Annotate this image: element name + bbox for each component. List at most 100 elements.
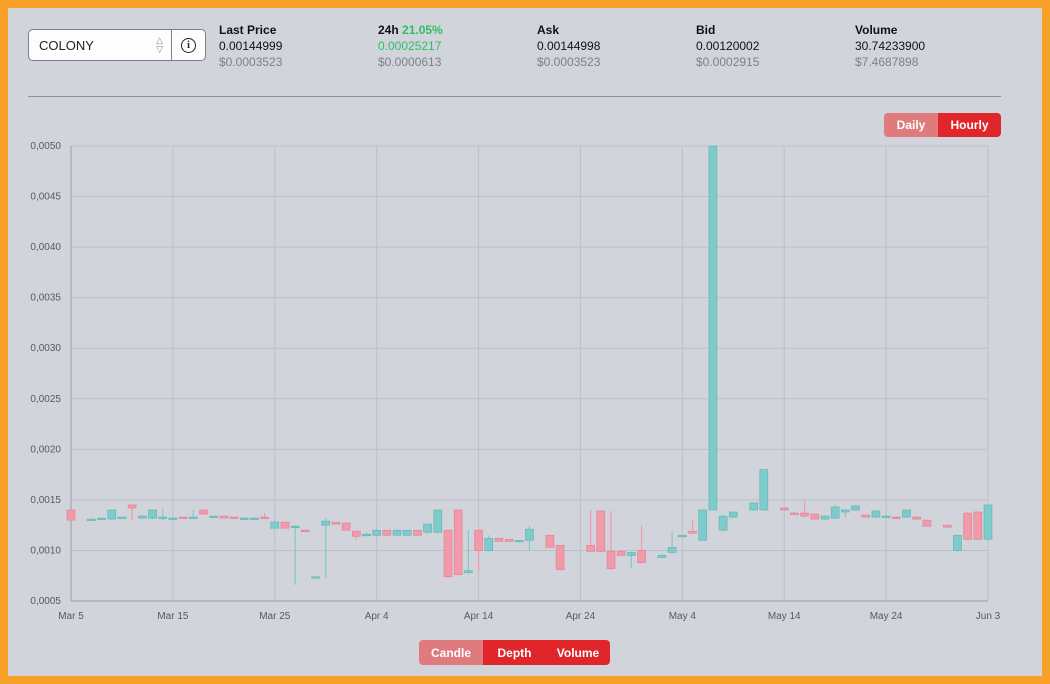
candle-body xyxy=(504,539,514,542)
candle-body xyxy=(484,538,494,551)
candle-body xyxy=(311,576,320,579)
candle-body xyxy=(66,509,76,521)
candle-body xyxy=(402,529,412,536)
candle-body xyxy=(423,523,432,533)
candle-body xyxy=(87,518,96,521)
candle-body xyxy=(239,517,249,520)
candle-body xyxy=(830,506,840,519)
candle-body xyxy=(270,521,280,529)
candle-body xyxy=(616,551,626,556)
x-tick-label: Jun 3 xyxy=(976,611,1001,622)
y-tick-label: 0,0050 xyxy=(30,141,61,152)
candle-body xyxy=(188,516,198,519)
exchange-panel: COLONY △ ▽ i Last Price 0.00144999 $0.000… xyxy=(8,8,1042,676)
candle-body xyxy=(749,502,758,511)
candle-body xyxy=(168,517,178,520)
candle-body xyxy=(494,538,504,542)
candle-body xyxy=(606,551,616,569)
candle-body xyxy=(280,521,290,529)
candle-body xyxy=(453,509,463,576)
candle-body xyxy=(912,516,921,520)
candle-body xyxy=(688,530,697,534)
candle-body xyxy=(678,534,687,538)
candle-body xyxy=(851,505,860,511)
candle-body xyxy=(331,521,341,525)
candle-body xyxy=(983,504,993,540)
candle-button[interactable]: Candle xyxy=(419,640,483,665)
candle-body xyxy=(800,512,809,517)
candle-body xyxy=(301,529,310,533)
candle-body xyxy=(382,529,392,536)
candle-body xyxy=(413,529,422,536)
candle-body xyxy=(667,547,677,553)
x-tick-label: Apr 24 xyxy=(566,611,596,622)
candle-body xyxy=(474,529,483,551)
candle-body xyxy=(515,540,524,543)
candle-body xyxy=(250,517,259,520)
candle-body xyxy=(148,509,157,519)
candle-body xyxy=(718,515,728,531)
y-tick-label: 0,0045 xyxy=(30,192,61,203)
candle-body xyxy=(841,509,850,513)
candle-body xyxy=(963,512,972,540)
x-tick-label: Mar 25 xyxy=(259,611,291,622)
x-tick-label: Mar 15 xyxy=(157,611,189,622)
candle-body xyxy=(97,517,106,520)
candle-body xyxy=(973,511,983,540)
candle-body xyxy=(178,516,188,519)
candlestick-chart: 0,0005 0,0010 0,0015 0,0020 0,0025 0,0030 0,00… xyxy=(30,141,1001,622)
y-tick-label: 0,0005 xyxy=(30,596,61,607)
candle-body xyxy=(881,515,891,518)
y-tick-label: 0,0035 xyxy=(30,293,61,304)
candle-body xyxy=(107,509,117,520)
candle-body xyxy=(891,516,901,519)
x-tick-label: May 24 xyxy=(870,611,903,622)
candle-body xyxy=(779,507,789,511)
candle-body xyxy=(199,509,208,515)
candle-body xyxy=(820,515,830,520)
candle-body xyxy=(586,545,595,552)
candle-body xyxy=(790,512,799,515)
candle-body xyxy=(902,509,911,518)
candle-body xyxy=(464,570,473,573)
x-tick-label: May 4 xyxy=(669,611,697,622)
candle-body xyxy=(351,530,361,537)
y-tick-label: 0,0025 xyxy=(30,394,61,405)
depth-button[interactable]: Depth xyxy=(483,640,546,665)
candle-body xyxy=(209,515,218,518)
x-tick-label: Mar 5 xyxy=(58,611,84,622)
candle-body xyxy=(759,469,769,511)
candle-body xyxy=(545,534,555,548)
candle-body xyxy=(627,552,636,556)
candle-body xyxy=(555,545,565,570)
candle-body xyxy=(229,516,239,519)
candle-body xyxy=(596,510,606,552)
candle-body xyxy=(698,509,708,541)
candle-body xyxy=(942,524,952,528)
candle-body xyxy=(290,525,300,528)
candle-body xyxy=(637,550,646,563)
candle-body xyxy=(138,515,147,519)
candle-body xyxy=(443,529,453,578)
candle-body xyxy=(953,534,962,551)
candle-body xyxy=(362,533,371,537)
candle-body xyxy=(861,514,871,518)
candle-body xyxy=(127,504,137,509)
candle-body xyxy=(392,529,402,536)
candle-body xyxy=(117,516,127,519)
y-tick-label: 0,0015 xyxy=(30,495,61,506)
candle-body xyxy=(657,555,667,558)
candle-body xyxy=(433,509,443,533)
candle-body xyxy=(158,516,167,519)
candle-body xyxy=(525,528,534,541)
candle-body xyxy=(321,520,331,526)
candle-body xyxy=(922,519,932,527)
volume-button[interactable]: Volume xyxy=(546,640,610,665)
x-tick-label: May 14 xyxy=(768,611,801,622)
y-tick-label: 0,0030 xyxy=(30,343,61,354)
view-toggle: Candle Depth Volume xyxy=(419,640,610,665)
y-tick-label: 0,0020 xyxy=(30,444,61,455)
candle-body xyxy=(871,510,881,518)
y-tick-label: 0,0040 xyxy=(30,242,61,253)
candle-body xyxy=(219,515,229,519)
